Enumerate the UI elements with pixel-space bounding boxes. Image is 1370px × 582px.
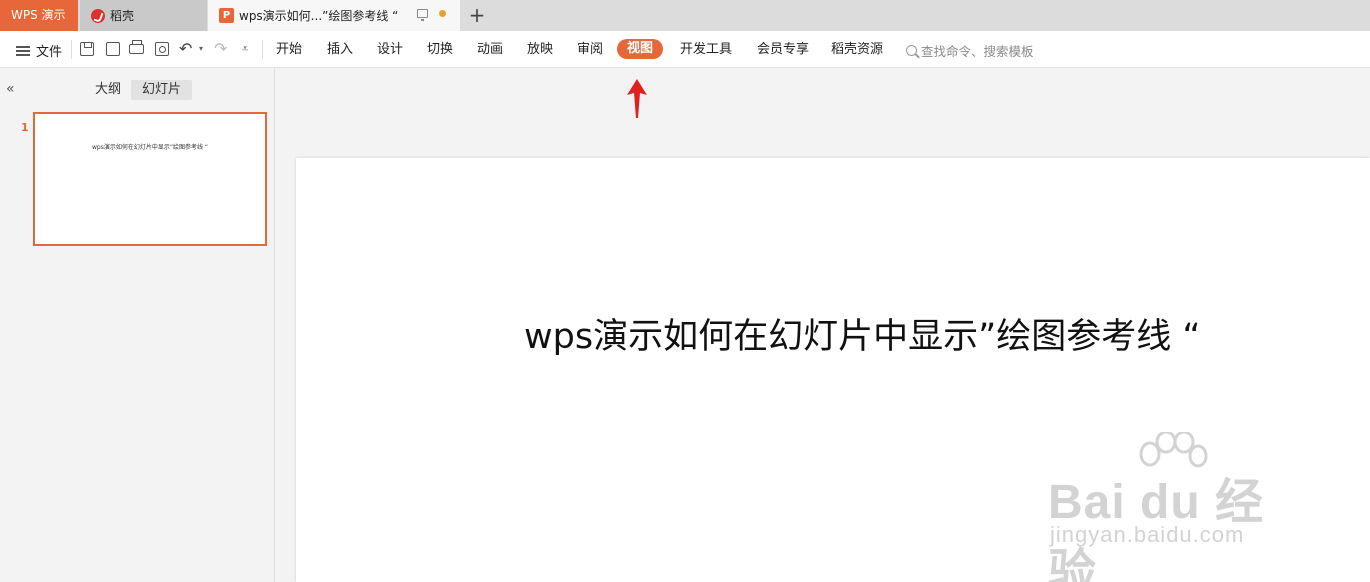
- save-button[interactable]: [79, 41, 95, 57]
- command-search-input[interactable]: 查找命令、搜索模板: [906, 41, 1034, 60]
- undo-icon: ↶: [179, 39, 193, 58]
- menu-daoke-resources[interactable]: 稻壳资源: [831, 40, 883, 60]
- tab-daoke-label: 稻壳: [110, 9, 135, 23]
- menu-slideshow[interactable]: 放映: [527, 40, 553, 60]
- menu-member-exclusive[interactable]: 会员专享: [757, 40, 809, 60]
- slide-number: 1: [21, 121, 29, 134]
- slide-thumbnail[interactable]: wps演示如何在幻灯片中显示”绘图参考线 “: [33, 112, 267, 246]
- menu-insert[interactable]: 插入: [327, 40, 353, 60]
- slide-title-text[interactable]: wps演示如何在幻灯片中显示”绘图参考线 “: [524, 308, 1200, 359]
- ribbon-menu-bar: 文件 ↶ ▾ ↷ ⩡ 开始 插入 设计 切换 动画 放映 审阅 视图 开发工具 …: [0, 31, 1370, 68]
- redo-icon: ↷: [214, 39, 228, 58]
- divider: [262, 40, 263, 59]
- menu-transition[interactable]: 切换: [427, 40, 453, 60]
- hamburger-icon: [16, 45, 30, 56]
- menu-review[interactable]: 审阅: [577, 40, 603, 60]
- screen-icon[interactable]: [417, 9, 428, 21]
- title-tab-bar: WPS 演示 稻壳 P wps演示如何...”绘图参考线 “ +: [0, 0, 1370, 31]
- unsaved-dot-icon: [439, 10, 446, 17]
- collapse-panel-icon[interactable]: «: [6, 81, 15, 97]
- tab-daoke[interactable]: 稻壳: [80, 0, 207, 31]
- print-icon: [129, 40, 144, 54]
- divider: [71, 40, 72, 59]
- command-search-placeholder: 查找命令、搜索模板: [921, 44, 1034, 59]
- presentation-file-icon: P: [219, 8, 234, 23]
- new-tab-button[interactable]: +: [466, 0, 488, 31]
- export-pdf-button[interactable]: [105, 41, 121, 57]
- slides-panel: « 大纲 幻灯片 1 wps演示如何在幻灯片中显示”绘图参考线 “: [0, 69, 275, 582]
- menu-start[interactable]: 开始: [276, 40, 302, 60]
- print-preview-button[interactable]: [154, 41, 170, 57]
- menu-animation[interactable]: 动画: [477, 40, 503, 60]
- daoke-logo-icon: [91, 8, 105, 23]
- baidu-jingyan-watermark: Bai du 经验 jingyan.baidu.com: [1048, 432, 1300, 582]
- undo-dropdown-icon[interactable]: ▾: [199, 44, 203, 53]
- undo-button[interactable]: ↶: [179, 41, 195, 57]
- tab-slides[interactable]: 幻灯片: [131, 80, 193, 100]
- menu-view[interactable]: 视图: [617, 39, 664, 59]
- export-icon: [106, 42, 120, 56]
- tab-document-label: wps演示如何...”绘图参考线 “: [239, 9, 399, 23]
- customize-toolbar-button[interactable]: ⩡: [242, 41, 258, 57]
- tab-outline[interactable]: 大纲: [84, 80, 132, 100]
- chevron-down-icon: ⩡: [242, 42, 249, 55]
- print-button[interactable]: [129, 40, 145, 57]
- tab-wps-app[interactable]: WPS 演示: [0, 0, 78, 31]
- annotation-arrow-icon: [627, 79, 647, 118]
- slide-thumbnail-text: wps演示如何在幻灯片中显示”绘图参考线 “: [92, 144, 208, 151]
- redo-button[interactable]: ↷: [214, 41, 230, 57]
- save-icon: [80, 42, 94, 56]
- file-menu-label: 文件: [36, 45, 63, 60]
- search-icon: [906, 45, 917, 56]
- watermark-url-text: jingyan.baidu.com: [1050, 522, 1245, 547]
- menu-developer-tools[interactable]: 开发工具: [680, 40, 732, 60]
- file-menu-button[interactable]: 文件: [16, 41, 62, 60]
- menu-design[interactable]: 设计: [377, 40, 403, 60]
- print-preview-icon: [155, 42, 169, 56]
